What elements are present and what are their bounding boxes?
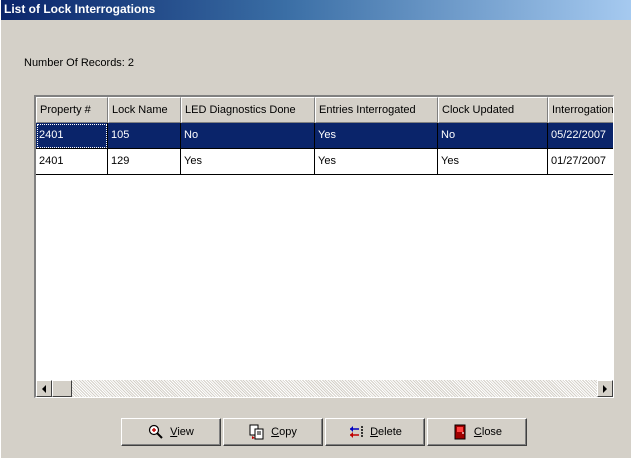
copy-button-label: Copy: [271, 426, 297, 438]
cell-entries-interrogated: Yes: [315, 123, 438, 149]
cell-clock-updated: No: [438, 123, 548, 149]
cell-led-diagnostics: Yes: [181, 149, 315, 175]
grid-header: Property # Lock Name LED Diagnostics Don…: [36, 97, 613, 123]
scrollbar-thumb[interactable]: [52, 380, 72, 397]
close-door-icon: [452, 424, 468, 440]
column-header-entries-interrogated[interactable]: Entries Interrogated: [315, 97, 438, 123]
lock-interrogations-window: List of Lock Interrogations Number Of Re…: [0, 0, 631, 458]
arrow-left-icon: [42, 384, 46, 393]
cell-interrogation: 05/22/2007: [548, 123, 613, 149]
cell-lock-name: 105: [108, 123, 181, 149]
cell-led-diagnostics: No: [181, 123, 315, 149]
view-button-label: View: [170, 426, 194, 438]
copy-button[interactable]: Copy: [223, 418, 323, 446]
column-header-led-diagnostics[interactable]: LED Diagnostics Done: [181, 97, 315, 123]
arrow-right-icon: [603, 384, 607, 393]
column-header-lock-name[interactable]: Lock Name: [108, 97, 181, 123]
interrogations-grid[interactable]: Property # Lock Name LED Diagnostics Don…: [34, 95, 614, 398]
delete-button-label: Delete: [370, 426, 402, 438]
scroll-right-button[interactable]: [597, 380, 613, 397]
delete-arrows-icon: [348, 424, 364, 440]
horizontal-scrollbar[interactable]: [36, 380, 613, 397]
copy-doc-icon: [249, 424, 265, 440]
cell-entries-interrogated: Yes: [315, 149, 438, 175]
column-header-clock-updated[interactable]: Clock Updated: [438, 97, 548, 123]
view-button[interactable]: View: [121, 418, 221, 446]
close-button[interactable]: Close: [427, 418, 527, 446]
scroll-left-button[interactable]: [36, 380, 52, 397]
cell-lock-name: 129: [108, 149, 181, 175]
delete-button[interactable]: Delete: [325, 418, 425, 446]
table-row[interactable]: 2401 105 No Yes No 05/22/2007: [36, 123, 613, 149]
close-button-label: Close: [473, 426, 503, 438]
cell-clock-updated: Yes: [438, 149, 548, 175]
column-header-property[interactable]: Property #: [36, 97, 108, 123]
magnify-plus-icon: [148, 424, 164, 440]
table-row[interactable]: 2401 129 Yes Yes Yes 01/27/2007: [36, 149, 613, 175]
cell-interrogation: 01/27/2007: [548, 149, 613, 175]
cell-property: 2401: [36, 149, 108, 175]
cell-property: 2401: [36, 123, 108, 149]
column-header-interrogation[interactable]: Interrogation: [548, 97, 613, 123]
window-title: List of Lock Interrogations: [1, 0, 631, 20]
record-count-label: Number Of Records: 2: [24, 57, 135, 69]
